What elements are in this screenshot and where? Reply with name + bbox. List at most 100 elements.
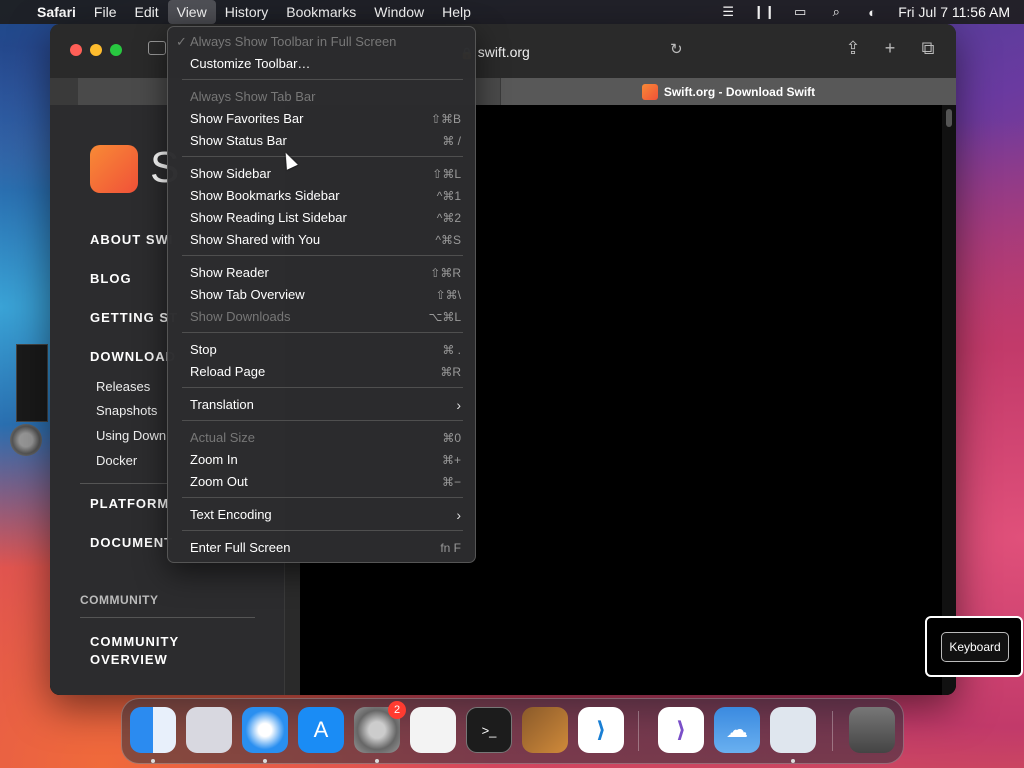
menu-item-label: Always Show Toolbar in Full Screen <box>190 34 397 49</box>
menu-separator <box>182 255 463 256</box>
pause-icon[interactable]: ❙❙ <box>746 4 782 20</box>
menu-item-text-encoding[interactable]: Text Encoding › <box>168 504 477 526</box>
nav-getting-started[interactable]: GETTING ST <box>90 310 178 325</box>
reload-icon[interactable]: ↻ <box>670 40 683 58</box>
menu-window[interactable]: Window <box>365 0 433 24</box>
menu-separator <box>182 497 463 498</box>
xcode-icon[interactable] <box>770 707 816 753</box>
menu-item-zoom-out[interactable]: Zoom Out ⌘− <box>168 471 477 493</box>
menu-item-reload-page[interactable]: Reload Page ⌘R <box>168 361 477 383</box>
menu-item-show-sidebar[interactable]: Show Sidebar ⇧⌘L <box>168 163 477 185</box>
menu-separator <box>182 332 463 333</box>
menu-item-customize-toolbar[interactable]: Customize Toolbar… <box>168 53 477 75</box>
menu-item-label: Actual Size <box>190 430 256 445</box>
control-center-icon[interactable]: ◐ <box>854 5 890 20</box>
keyboard-button[interactable]: Keyboard <box>941 632 1009 662</box>
running-indicator <box>151 759 155 763</box>
community-heading: COMMUNITY <box>80 593 159 607</box>
background-window-thumbnail[interactable] <box>16 344 48 422</box>
textedit-icon[interactable] <box>410 707 456 753</box>
nav-download[interactable]: DOWNLOAD <box>90 349 176 364</box>
menu-bar: Safari File Edit View History Bookmarks … <box>0 0 1024 24</box>
menu-item-label: Show Favorites Bar <box>190 111 304 126</box>
system-settings-icon[interactable]: 2 <box>354 701 406 753</box>
menu-item-label: Enter Full Screen <box>190 540 291 555</box>
nav-blog[interactable]: BLOG <box>90 271 132 286</box>
menu-item-zoom-in[interactable]: Zoom In ⌘+ <box>168 449 477 471</box>
menu-edit[interactable]: Edit <box>125 0 167 24</box>
menu-item-label: Show Sidebar <box>190 166 271 181</box>
menu-separator <box>182 156 463 157</box>
menu-item-label: Text Encoding <box>190 507 272 522</box>
sidebar-toggle-icon[interactable] <box>148 41 166 55</box>
menu-bookmarks[interactable]: Bookmarks <box>277 0 365 24</box>
menu-item-label: Reload Page <box>190 364 266 379</box>
address-bar[interactable]: 🔒swift.org <box>460 38 690 66</box>
safari-icon[interactable] <box>242 707 288 753</box>
vscode-icon[interactable]: ⟩ <box>578 707 624 753</box>
screen-mirroring-icon[interactable]: ▭ <box>782 4 818 20</box>
trash-icon[interactable] <box>849 707 895 753</box>
stage-manager-icon[interactable]: ☰ <box>710 4 746 20</box>
menu-item-show-reading-list-sidebar[interactable]: Show Reading List Sidebar ^⌘2 <box>168 207 477 229</box>
nav-using-downloads[interactable]: Using Downl <box>96 428 169 443</box>
nav-snapshots[interactable]: Snapshots <box>96 403 157 418</box>
app-store-icon[interactable]: A <box>298 707 344 753</box>
finder-icon[interactable] <box>130 707 176 753</box>
dock: A 2 >_ ⟩ ⟩ ☁ <box>121 698 904 764</box>
tab-overview-icon[interactable]: ⧉ <box>917 38 939 59</box>
nav-releases[interactable]: Releases <box>96 379 150 394</box>
nav-platform[interactable]: PLATFORM <box>90 496 169 511</box>
menu-item-show-tab-overview[interactable]: Show Tab Overview ⇧⌘\ <box>168 284 477 306</box>
menu-item-label: Zoom In <box>190 452 238 467</box>
fullscreen-window-button[interactable] <box>110 44 122 56</box>
divider <box>80 617 255 618</box>
menu-separator <box>182 387 463 388</box>
search-icon[interactable]: ⌕ <box>818 4 854 20</box>
menu-item-shortcut: ⌘+ <box>441 453 461 467</box>
menu-item-label: Translation <box>190 397 254 412</box>
menu-item-show-status-bar[interactable]: Show Status Bar ⌘ / <box>168 130 477 152</box>
clock[interactable]: Fri Jul 7 11:56 AM <box>890 4 1024 20</box>
menu-history[interactable]: History <box>216 0 278 24</box>
menu-item-translation[interactable]: Translation › <box>168 394 477 416</box>
terminal-icon[interactable]: >_ <box>466 707 512 753</box>
menu-file[interactable]: File <box>85 0 126 24</box>
page-scrollbar[interactable] <box>942 105 956 695</box>
menu-item-show-downloads: Show Downloads ⌥⌘L <box>168 306 477 328</box>
menu-item-show-shared-with-you[interactable]: Show Shared with You ^⌘S <box>168 229 477 251</box>
visual-studio-icon[interactable]: ⟩ <box>658 707 704 753</box>
apple-icon[interactable] <box>0 0 28 24</box>
weather-icon[interactable]: ☁ <box>714 707 760 753</box>
tab-active[interactable]: Swift.org - Download Swift <box>501 78 956 105</box>
menu-item-label: Show Reader <box>190 265 269 280</box>
new-tab-icon[interactable]: + <box>879 38 901 59</box>
dock-separator <box>638 711 639 751</box>
menu-item-label: Zoom Out <box>190 474 248 489</box>
minimize-window-button[interactable] <box>90 44 102 56</box>
menu-item-enter-full-screen[interactable]: Enter Full Screen fn F <box>168 537 477 559</box>
menu-item-show-reader[interactable]: Show Reader ⇧⌘R <box>168 262 477 284</box>
nav-about[interactable]: ABOUT SWI <box>90 232 173 247</box>
close-window-button[interactable] <box>70 44 82 56</box>
nav-docker[interactable]: Docker <box>96 453 137 468</box>
menu-item-shortcut: ⇧⌘L <box>432 167 461 181</box>
garageband-icon[interactable] <box>522 707 568 753</box>
chevron-right-icon: › <box>456 507 461 523</box>
menu-item-show-favorites-bar[interactable]: Show Favorites Bar ⇧⌘B <box>168 108 477 130</box>
scrollbar-thumb[interactable] <box>946 109 952 127</box>
nav-documentation[interactable]: DOCUMENT <box>90 535 173 550</box>
menu-safari[interactable]: Safari <box>28 0 85 24</box>
share-icon[interactable]: ⇪ <box>842 38 864 59</box>
nav-community-overview[interactable]: COMMUNITY OVERVIEW <box>90 633 200 669</box>
menu-item-show-bookmarks-sidebar[interactable]: Show Bookmarks Sidebar ^⌘1 <box>168 185 477 207</box>
menu-view[interactable]: View <box>167 0 216 24</box>
menu-item-shortcut: ⇧⌘B <box>430 112 461 126</box>
launchpad-icon[interactable] <box>186 707 232 753</box>
settings-gear-icon[interactable] <box>10 424 42 456</box>
swift-logo-icon[interactable] <box>90 145 138 193</box>
menu-item-stop[interactable]: Stop ⌘ . <box>168 339 477 361</box>
menu-item-label: Stop <box>190 342 217 357</box>
menu-help[interactable]: Help <box>433 0 480 24</box>
menu-item-label: Customize Toolbar… <box>190 56 311 71</box>
